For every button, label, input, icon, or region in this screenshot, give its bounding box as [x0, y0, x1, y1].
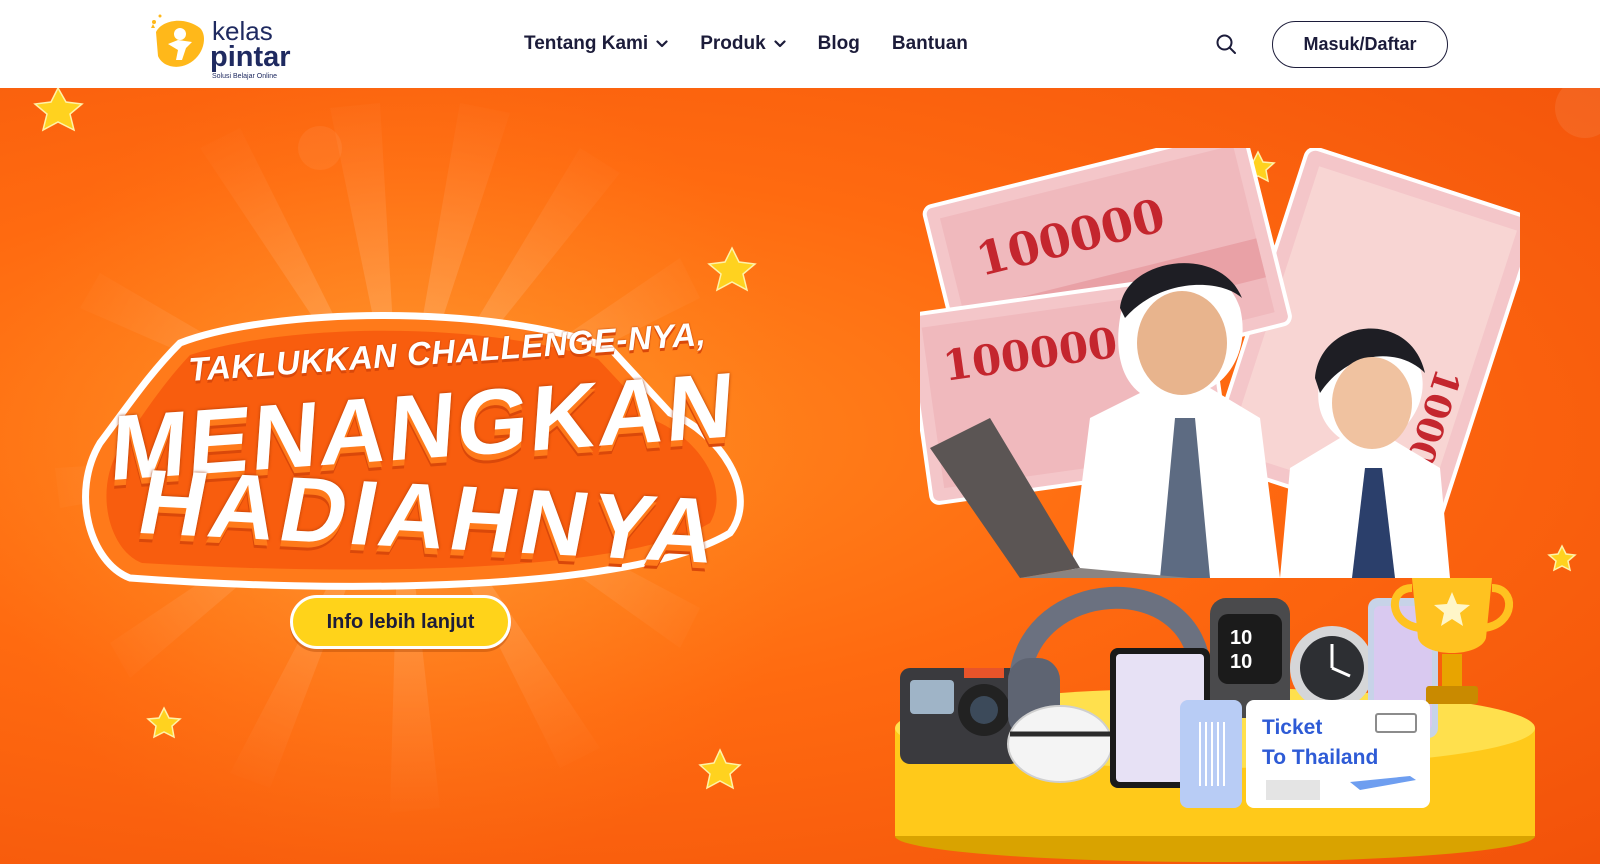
logo-mascot-icon: [151, 14, 204, 67]
nav-item-tentang-kami[interactable]: Tentang Kami: [524, 33, 668, 55]
nav-item-blog[interactable]: Blog: [818, 33, 860, 55]
info-more-button[interactable]: Info lebih lanjut: [290, 595, 511, 649]
nav-item-label: Bantuan: [891, 33, 968, 54]
ticket-to-thailand-card: Ticket To Thailand: [1180, 700, 1430, 808]
main-nav: Tentang Kami Produk Blog Bantuan: [524, 30, 1000, 58]
nav-item-bantuan[interactable]: Bantuan: [892, 33, 968, 55]
ticket-title-line2: To Thailand: [1262, 746, 1379, 769]
hero-banner[interactable]: TAKLUKKAN CHALLENGE-NYA, MENANGKAN HADIA…: [0, 88, 1600, 864]
nav-item-label: Blog: [817, 33, 860, 54]
search-button[interactable]: [1214, 32, 1238, 56]
hero-illustration: 100000 100000 100000 10 10 Ticket To Tha…: [780, 128, 1600, 864]
nav-item-label: Produk: [700, 33, 766, 54]
nav-item-produk[interactable]: Produk: [700, 33, 786, 55]
hero-headline: TAKLUKKAN CHALLENGE-NYA, MENANGKAN HADIA…: [70, 293, 750, 593]
chevron-down-icon: [656, 40, 668, 48]
navbar: kelas pintar Solusi Belajar Online Tenta…: [0, 0, 1600, 88]
smartwatch-round-icon: [1290, 626, 1374, 710]
banknote-stack-illustration: 100000 100000 100000: [920, 148, 1520, 578]
ticket-title-line1: Ticket: [1262, 716, 1323, 739]
svg-text:10: 10: [1230, 627, 1252, 649]
kelas-pintar-logo[interactable]: kelas pintar Solusi Belajar Online: [148, 12, 298, 80]
nav-item-label: Tentang Kami: [524, 33, 649, 54]
earbuds-case-icon: [1007, 705, 1113, 783]
chevron-down-icon: [774, 40, 786, 48]
svg-text:10: 10: [1230, 651, 1252, 673]
logo-tagline: Solusi Belajar Online: [212, 73, 277, 80]
action-camera-icon: [900, 668, 1020, 764]
search-icon: [1216, 34, 1236, 54]
login-register-button[interactable]: Masuk/Daftar: [1272, 21, 1448, 68]
logo-text-pintar: pintar: [210, 41, 291, 73]
